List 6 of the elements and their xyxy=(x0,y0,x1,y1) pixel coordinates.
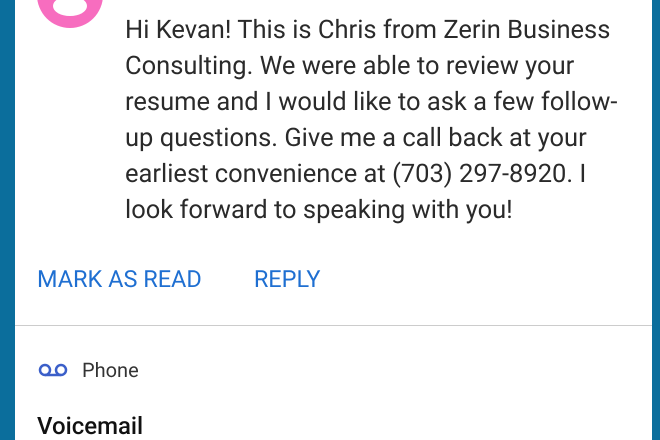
voicemail-title: Voicemail xyxy=(36,411,144,440)
voicemail-icon xyxy=(38,363,68,377)
mark-read-button[interactable]: MARK AS READ xyxy=(37,264,202,294)
reply-button[interactable]: REPLY xyxy=(254,264,321,294)
source-label: Phone xyxy=(82,358,139,382)
message-text: Hi Kevan! This is Chris from Zerin Business Consulting. We were able to review your resume and I would like to ask a few follow-up questions. Give me a call back at your earliest convenience at (703) 297-8920. I look forward to speaking with you! xyxy=(125,14,618,227)
